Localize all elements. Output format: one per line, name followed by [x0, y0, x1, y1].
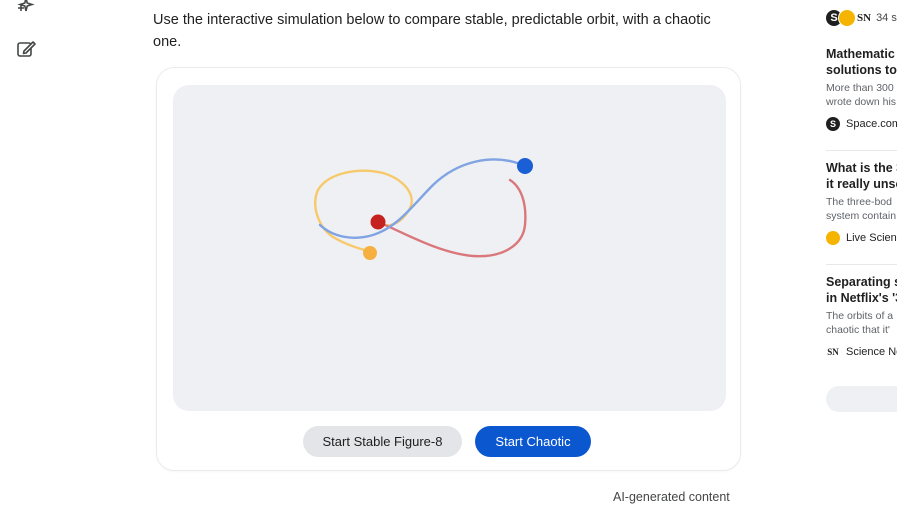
article-source: Live Scienc — [826, 231, 897, 245]
article-snippet: system contain — [826, 210, 897, 222]
article-title: it really unso — [826, 177, 897, 191]
article-title: solutions to — [826, 63, 897, 77]
article-source: S Space.com — [826, 117, 897, 131]
article-title: What is the 3 — [826, 161, 897, 175]
article-source: SN Science Ne — [826, 345, 897, 359]
article-title: Mathematic — [826, 47, 895, 61]
intro-line-2: one. — [153, 34, 182, 50]
simulation-card: Start Stable Figure-8 Start Chaotic — [156, 67, 741, 471]
sparkle-add-icon[interactable] — [14, 0, 38, 18]
sources-header[interactable]: S SN 34 s — [826, 9, 897, 27]
sources-panel: S SN 34 s Mathematic solutions to More tha… — [812, 0, 897, 506]
intro-line-1: Use the interactive simulation below to … — [153, 12, 711, 28]
article-snippet: The three-bod — [826, 196, 892, 208]
article-title: Separating s — [826, 275, 897, 289]
article-source-name: Live Scienc — [846, 232, 897, 244]
article-card[interactable]: What is the 3 it really unso The three-b… — [826, 160, 897, 245]
article-snippet: More than 300 — [826, 82, 894, 94]
orbit-svg — [314, 158, 533, 260]
left-rail — [0, 0, 60, 506]
divider — [826, 150, 897, 151]
body-red — [370, 214, 386, 230]
sciencenews-logo-icon: SN — [857, 12, 872, 24]
article-title: in Netflix's '3 — [826, 291, 897, 305]
article-snippet: wrote down his — [826, 96, 897, 108]
sciencenews-logo-icon: SN — [826, 345, 840, 359]
body-orange — [363, 246, 377, 260]
body-blue — [517, 158, 533, 174]
article-card[interactable]: Mathematic solutions to More than 300 wr… — [826, 46, 897, 131]
intro-text: Use the interactive simulation below to … — [153, 9, 743, 53]
article-source-name: Science Ne — [846, 346, 897, 358]
space-logo-icon: S — [826, 117, 840, 131]
livescience-logo-icon — [826, 231, 840, 245]
sources-count: 34 s — [876, 12, 897, 24]
start-chaotic-button[interactable]: Start Chaotic — [475, 426, 591, 457]
livescience-logo-icon — [838, 9, 856, 27]
orange-trail — [314, 169, 413, 253]
ai-generated-note: AI-generated content — [613, 490, 730, 504]
article-source-name: Space.com — [846, 118, 897, 130]
edit-icon[interactable] — [14, 37, 38, 61]
article-snippet: chaotic that it' — [826, 324, 890, 336]
simulation-canvas[interactable] — [173, 85, 726, 411]
start-stable-figure-8-button[interactable]: Start Stable Figure-8 — [303, 426, 462, 457]
show-all-sources-button[interactable] — [826, 386, 897, 412]
article-snippet: The orbits of a — [826, 310, 894, 322]
article-card[interactable]: Separating s in Netflix's '3 The orbits … — [826, 274, 897, 359]
divider — [826, 264, 897, 265]
